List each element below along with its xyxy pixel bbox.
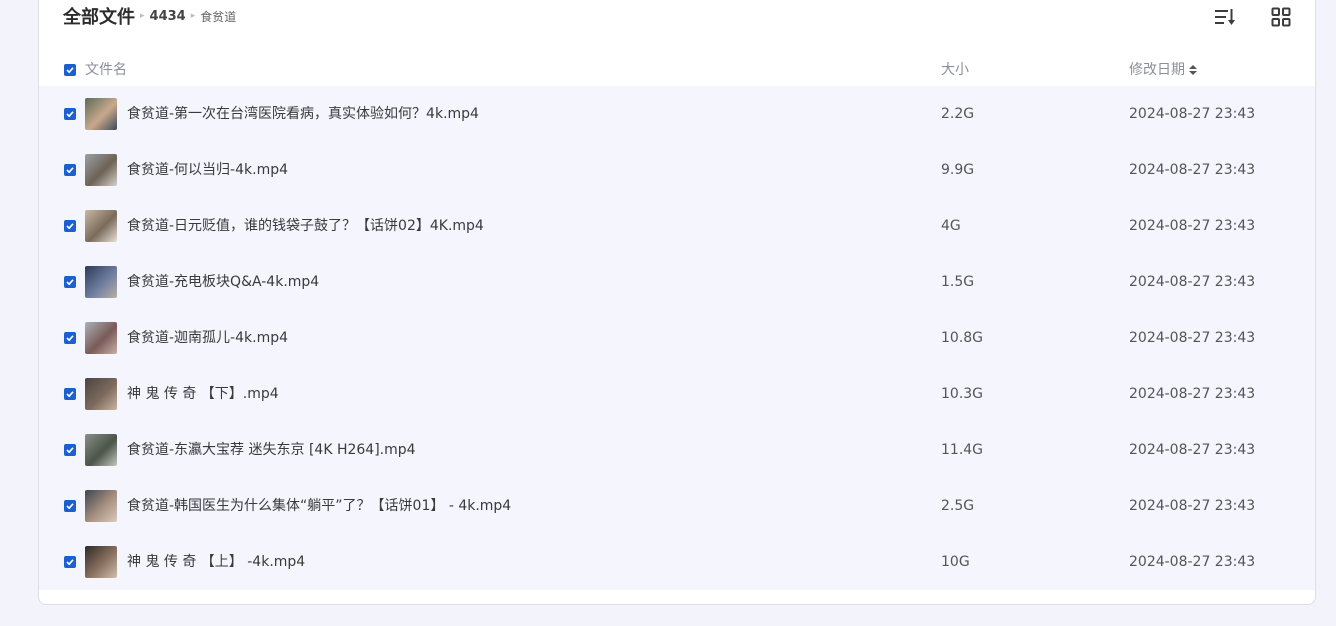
sort-arrow-icon [1189,65,1198,77]
header-modified-label: 修改日期 [1129,62,1185,78]
header-modified[interactable]: 修改日期 [1129,53,1198,87]
table-row[interactable]: 食贫道-东瀛大宝荐 迷失东京 [4K H264].mp4 11.4G 2024-08… [39,422,1315,478]
video-thumbnail [85,434,117,466]
table-row[interactable]: 食贫道-日元贬值，谁的钱袋子鼓了？【话饼02】4K.mp4 4G 2024-08-2… [39,198,1315,254]
row-checkbox[interactable] [64,500,76,512]
select-all-checkbox[interactable] [64,64,76,76]
file-size: 10G [941,554,970,570]
file-date: 2024-08-27 23:43 [1129,106,1256,122]
header-size[interactable]: 大小 [941,53,969,87]
file-name[interactable]: 食贫道-第一次在台湾医院看病，真实体验如何？4k.mp4 [127,86,479,142]
table-header: 文件名 大小 修改日期 [39,53,1315,87]
file-name[interactable]: 食贫道-东瀛大宝荐 迷失东京 [4K H264].mp4 [127,422,416,478]
file-date: 2024-08-27 23:43 [1129,330,1256,346]
table-row[interactable]: 食贫道-何以当归-4k.mp4 9.9G 2024-08-27 23:43 [39,142,1315,198]
file-size: 2.2G [941,106,975,122]
file-date: 2024-08-27 23:43 [1129,386,1256,402]
row-checkbox[interactable] [64,444,76,456]
file-date: 2024-08-27 23:43 [1129,162,1256,178]
table-row[interactable]: 食贫道-充电板块Q&A-4k.mp4 1.5G 2024-08-27 23:43 [39,254,1315,310]
view-toolbar [1211,5,1295,29]
breadcrumb-separator-icon: ▸ [190,11,196,21]
file-size: 1.5G [941,274,975,290]
row-checkbox[interactable] [64,108,76,120]
video-thumbnail [85,154,117,186]
row-checkbox[interactable] [64,556,76,568]
breadcrumb: 全部文件 ▸ 4434 ▸ 食贫道 [63,1,236,31]
file-name[interactable]: 神 鬼 传 奇 【上】 -4k.mp4 [127,534,305,590]
file-name[interactable]: 食贫道-日元贬值，谁的钱袋子鼓了？【话饼02】4K.mp4 [127,198,484,254]
video-thumbnail [85,210,117,242]
file-size: 9.9G [941,162,975,178]
grid-view-icon[interactable] [1267,5,1295,29]
video-thumbnail [85,378,117,410]
table-row[interactable]: 神 鬼 传 奇 【上】 -4k.mp4 10G 2024-08-27 23:43 [39,534,1315,590]
file-name[interactable]: 食贫道-韩国医生为什么集体“躺平”了？【话饼01】 - 4k.mp4 [127,478,511,534]
video-thumbnail [85,98,117,130]
row-checkbox[interactable] [64,332,76,344]
file-date: 2024-08-27 23:43 [1129,442,1256,458]
sort-list-icon[interactable] [1211,5,1239,29]
row-checkbox[interactable] [64,220,76,232]
table-row[interactable]: 神 鬼 传 奇 【下】.mp4 10.3G 2024-08-27 23:43 [39,366,1315,422]
file-date: 2024-08-27 23:43 [1129,498,1256,514]
file-date: 2024-08-27 23:43 [1129,218,1256,234]
file-name[interactable]: 食贫道-迦南孤儿-4k.mp4 [127,310,288,366]
file-date: 2024-08-27 23:43 [1129,274,1256,290]
breadcrumb-separator-icon: ▸ [140,11,145,21]
row-checkbox[interactable] [64,388,76,400]
video-thumbnail [85,546,117,578]
file-size: 10.3G [941,386,984,402]
row-checkbox[interactable] [64,164,76,176]
file-size: 4G [941,218,961,234]
video-thumbnail [85,490,117,522]
file-size: 2.5G [941,498,975,514]
breadcrumb-current: 食贫道 [200,9,237,24]
table-row[interactable]: 食贫道-韩国医生为什么集体“躺平”了？【话饼01】 - 4k.mp4 2.5G 20… [39,478,1315,534]
table-row[interactable]: 食贫道-迦南孤儿-4k.mp4 10.8G 2024-08-27 23:43 [39,310,1315,366]
video-thumbnail [85,322,117,354]
file-name[interactable]: 食贫道-充电板块Q&A-4k.mp4 [127,254,319,310]
breadcrumb-root[interactable]: 全部文件 [63,3,135,29]
file-name[interactable]: 食贫道-何以当归-4k.mp4 [127,142,288,198]
table-row[interactable]: 食贫道-第一次在台湾医院看病，真实体验如何？4k.mp4 2.2G 2024-08-… [39,86,1315,142]
file-list-panel: 全部文件 ▸ 4434 ▸ 食贫道 文件名 大小 修改日期 食贫道-第一次在台湾… [38,0,1316,605]
file-size: 10.8G [941,330,984,346]
row-checkbox[interactable] [64,276,76,288]
breadcrumb-folder[interactable]: 4434 [150,9,186,24]
file-name[interactable]: 神 鬼 传 奇 【下】.mp4 [127,366,279,422]
video-thumbnail [85,266,117,298]
file-date: 2024-08-27 23:43 [1129,554,1256,570]
file-size: 11.4G [941,442,984,458]
header-name[interactable]: 文件名 [85,53,127,87]
